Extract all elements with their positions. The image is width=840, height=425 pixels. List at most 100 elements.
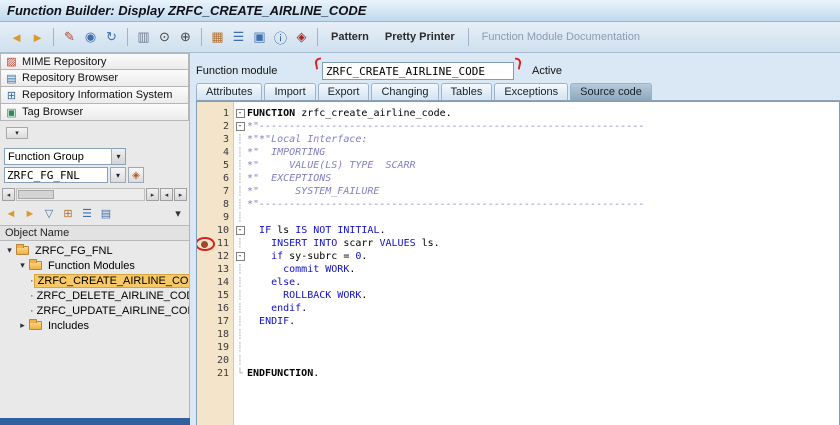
display-object-icon[interactable]: ▣ xyxy=(249,27,270,47)
collapse-icon[interactable]: - xyxy=(235,121,245,131)
pretty-printer-button[interactable]: Pretty Printer xyxy=(377,29,463,45)
line-number-gutter: 12 xyxy=(197,251,233,262)
code-line[interactable]: 1- FUNCTION zrfc_create_airline_code. xyxy=(197,107,839,120)
code-line[interactable]: 19 ┊ xyxy=(197,341,839,354)
documentation-icon[interactable]: ⓘ xyxy=(270,27,291,47)
chevron-down-icon[interactable]: ▾ xyxy=(111,149,125,164)
tab-changing[interactable]: Changing xyxy=(371,83,439,100)
find-next-icon[interactable]: ⊕ xyxy=(175,27,196,47)
fold-column[interactable]: - xyxy=(233,225,247,236)
collapse-icon[interactable]: - xyxy=(235,251,245,261)
chevron-down-icon[interactable]: ▾ xyxy=(17,260,28,271)
line-number: 4 xyxy=(222,147,229,158)
back-icon[interactable]: ◄ xyxy=(6,27,27,47)
scrollbar-track[interactable] xyxy=(16,188,145,201)
code-text: else. xyxy=(271,277,302,288)
fold-column[interactable]: - xyxy=(233,121,247,132)
panel-collapse-button[interactable]: ▾ xyxy=(6,127,28,139)
code-line[interactable]: 12- if sy-subrc = 0. xyxy=(197,250,839,263)
display-icon[interactable]: ◉ xyxy=(80,27,101,47)
line-number: 1 xyxy=(222,108,229,119)
test-icon[interactable]: ◈ xyxy=(291,27,312,47)
chevron-down-icon[interactable]: ▾ xyxy=(4,245,15,256)
display-change-icon[interactable]: ✎ xyxy=(59,27,80,47)
tab-source-code[interactable]: Source code xyxy=(570,83,652,100)
layout-dropdown-icon[interactable]: ▾ xyxy=(170,206,186,222)
code-line[interactable]: 3 ┊ *"*"Local Interface: xyxy=(197,133,839,146)
scrollbar-thumb[interactable] xyxy=(18,190,54,199)
tree-item-function-modules[interactable]: ▾ Function Modules xyxy=(0,258,189,273)
collapse-icon[interactable]: - xyxy=(235,108,245,118)
code-line[interactable]: 9 ┊ xyxy=(197,211,839,224)
code-line[interactable]: 20 ┊ xyxy=(197,354,839,367)
scroll-right-icon[interactable]: ▸ xyxy=(146,188,159,201)
scroll-left-icon[interactable]: ◂ xyxy=(2,188,15,201)
display-list-icon[interactable]: ▤ xyxy=(98,206,114,222)
code-line[interactable]: 15 ┊ ROLLBACK WORK. xyxy=(197,289,839,302)
fold-column[interactable]: - xyxy=(233,251,247,262)
tab-import[interactable]: Import xyxy=(264,83,316,100)
code-line[interactable]: 4 ┊ *" IMPORTING xyxy=(197,146,839,159)
source-code-editor[interactable]: 1- FUNCTION zrfc_create_airline_code. 2- *"… xyxy=(196,101,840,425)
code-line[interactable]: 18 ┊ xyxy=(197,328,839,341)
code-line[interactable]: 14 ┊ else. xyxy=(197,276,839,289)
fold-column[interactable]: - xyxy=(233,108,247,119)
sidebar-item-tag-browser[interactable]: ▣ Tag Browser xyxy=(0,104,189,121)
code-line[interactable]: 5 ┊ *" VALUE(LS) TYPE SCARR xyxy=(197,159,839,172)
sidebar-item-repository-browser[interactable]: ▤ Repository Browser xyxy=(0,70,189,87)
line-number-gutter: 5 xyxy=(197,160,233,171)
find-icon[interactable]: ⊙ xyxy=(154,27,175,47)
collapse-icon[interactable]: - xyxy=(235,225,245,235)
history-dropdown-icon[interactable]: ▾ xyxy=(110,167,126,183)
code-line[interactable]: 21 └ ENDFUNCTION. xyxy=(197,367,839,380)
browser-select[interactable]: Function Group ▾ xyxy=(4,148,126,165)
code-line[interactable]: 2- *"------------------------------------… xyxy=(197,120,839,133)
code-text: *" EXCEPTIONS xyxy=(247,173,332,184)
tree-item-zrfc-update-airline-code[interactable]: ·ZRFC_UPDATE_AIRLINE_CODE✓ xyxy=(0,303,189,318)
status-text: Active xyxy=(532,65,562,77)
chevron-right-icon[interactable]: ▸ xyxy=(17,320,28,331)
function-module-documentation-button[interactable]: Function Module Documentation xyxy=(474,29,648,45)
where-used-icon[interactable]: ▦ xyxy=(207,27,228,47)
code-text: IF ls IS NOT INITIAL. xyxy=(259,225,386,236)
object-name-input[interactable] xyxy=(4,167,108,183)
sidebar-hscrollbar[interactable]: ◂ ▸ ◂ ▸ xyxy=(2,188,187,201)
toolbar-separator xyxy=(467,28,469,46)
object-list-icon[interactable]: ☰ xyxy=(228,27,249,47)
display-object-icon[interactable]: ◈ xyxy=(128,167,144,183)
filter-icon[interactable]: ▽ xyxy=(41,206,57,222)
refresh-icon[interactable]: ↻ xyxy=(101,27,122,47)
tab-exceptions[interactable]: Exceptions xyxy=(494,83,569,100)
tab-tables[interactable]: Tables xyxy=(440,83,493,100)
breakpoint-column xyxy=(197,368,210,379)
fold-column: ┊ xyxy=(237,134,243,145)
sidebar-item-mime-repository[interactable]: ▨ MIME Repository xyxy=(0,53,189,70)
tab-export[interactable]: Export xyxy=(317,83,370,100)
forward-icon[interactable]: ► xyxy=(27,27,48,47)
tree-item-label: ZRFC_FG_FNL xyxy=(35,244,113,257)
tree-item-zrfc-delete-airline-code[interactable]: · ZRFC_DELETE_AIRLINE_CODE xyxy=(0,288,189,303)
previous-object-icon[interactable]: ◄ xyxy=(3,206,19,222)
tree-item-zrfc-fg-fnl[interactable]: ▾ ZRFC_FG_FNL xyxy=(0,243,189,258)
code-line[interactable]: 10- IF ls IS NOT INITIAL. xyxy=(197,224,839,237)
code-line[interactable]: 11 ┊ INSERT INTO scarr VALUES ls. xyxy=(197,237,839,251)
code-line[interactable]: 7 ┊ *" SYSTEM_FAILURE xyxy=(197,185,839,198)
pane-left-icon[interactable]: ◂ xyxy=(160,188,173,201)
code-line[interactable]: 8 ┊ *"------------------------------------… xyxy=(197,198,839,211)
function-module-input[interactable] xyxy=(322,62,514,80)
next-object-icon[interactable]: ► xyxy=(22,206,38,222)
tree-item-includes[interactable]: ▸ Includes xyxy=(0,318,189,333)
tab-attributes[interactable]: Attributes xyxy=(196,83,263,100)
code-line[interactable]: 13 ┊ commit WORK. xyxy=(197,263,839,276)
worklist-icon[interactable]: ☰ xyxy=(79,206,95,222)
sidebar-item-repository-information-system[interactable]: ⊞ Repository Information System xyxy=(0,87,189,104)
pane-right-icon[interactable]: ▸ xyxy=(174,188,187,201)
code-line[interactable]: 17 ┊ ENDIF. xyxy=(197,315,839,328)
code-line[interactable]: 6 ┊ *" EXCEPTIONS xyxy=(197,172,839,185)
code-line[interactable]: 16 ┊ endif. xyxy=(197,302,839,315)
tree-item-zrfc-create-airline-code[interactable]: · ZRFC_CREATE_AIRLINE_CODE xyxy=(0,273,189,288)
breakpoint-column xyxy=(197,160,210,171)
print-icon[interactable]: ▥ xyxy=(133,27,154,47)
pattern-button[interactable]: Pattern xyxy=(323,29,377,45)
where-used-icon[interactable]: ⊞ xyxy=(60,206,76,222)
